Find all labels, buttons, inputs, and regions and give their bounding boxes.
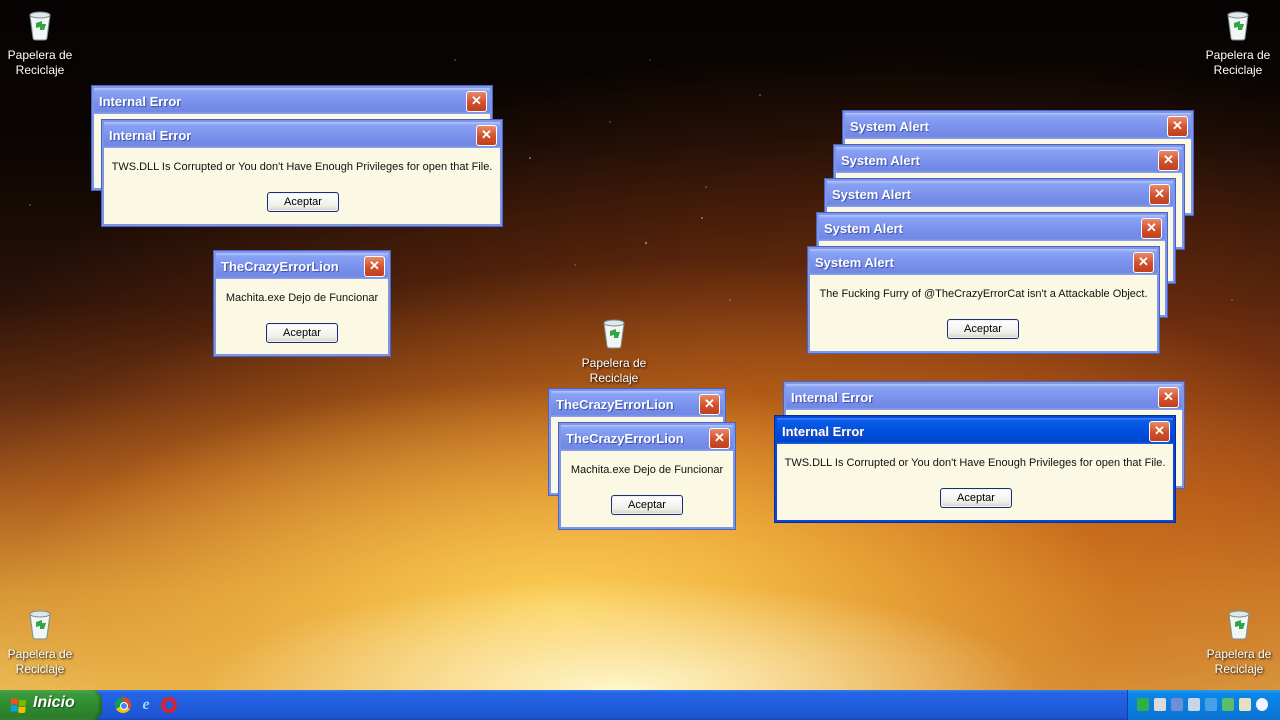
dialog-title: System Alert	[841, 152, 920, 168]
title-bar[interactable]: Internal Error ✕	[94, 88, 490, 114]
error-dialog[interactable]: TheCrazyErrorLion ✕ Machita.exe Dejo de …	[559, 423, 735, 529]
recycle-bin-label: Papelera de Reciclaje	[581, 356, 647, 385]
dialog-title: System Alert	[824, 220, 903, 236]
close-button[interactable]: ✕	[1133, 251, 1154, 273]
accept-button[interactable]: Aceptar	[611, 495, 683, 515]
recycle-bin-icon	[1228, 610, 1250, 640]
close-button[interactable]: ✕	[709, 427, 730, 449]
recycle-bin-desktop-icon[interactable]: Papelera de Reciclaje	[1198, 6, 1278, 78]
tray-volume-icon[interactable]	[1188, 698, 1200, 711]
dialog-title: Internal Error	[782, 423, 865, 439]
tray-monitor-icon[interactable]	[1171, 698, 1183, 711]
system-tray	[1127, 690, 1280, 720]
dialog-title: Internal Error	[99, 93, 182, 109]
recycle-bin-icon	[1227, 11, 1249, 41]
tray-app-icon[interactable]	[1239, 698, 1251, 711]
title-bar[interactable]: System Alert ✕	[810, 249, 1157, 275]
close-button[interactable]: ✕	[1158, 149, 1179, 171]
chrome-center	[120, 702, 128, 710]
title-bar[interactable]: TheCrazyErrorLion ✕	[551, 391, 723, 417]
dialog-title: Internal Error	[109, 127, 192, 143]
close-button[interactable]: ✕	[1149, 183, 1170, 205]
recycle-bin-icon	[29, 11, 51, 41]
close-button[interactable]: ✕	[1149, 420, 1170, 442]
alert-dialog[interactable]: System Alert ✕ The Fucking Furry of @The…	[808, 247, 1159, 353]
dialog-title: System Alert	[815, 254, 894, 270]
dialog-message: TWS.DLL Is Corrupted or You don't Have E…	[784, 457, 1166, 469]
dialog-message: TWS.DLL Is Corrupted or You don't Have E…	[111, 161, 493, 173]
title-bar[interactable]: System Alert ✕	[845, 113, 1191, 139]
title-bar[interactable]: TheCrazyErrorLion ✕	[561, 425, 733, 451]
recycle-bin-desktop-icon[interactable]: Papelera de Reciclaje	[574, 314, 654, 386]
close-button[interactable]: ✕	[699, 393, 720, 415]
tray-shield-icon[interactable]	[1205, 698, 1217, 711]
error-dialog-active[interactable]: Internal Error ✕ TWS.DLL Is Corrupted or…	[775, 416, 1175, 522]
accept-button[interactable]: Aceptar	[940, 488, 1012, 508]
desktop: Papelera de Reciclaje Papelera de Recicl…	[0, 0, 1280, 690]
error-dialog[interactable]: Internal Error ✕ TWS.DLL Is Corrupted or…	[102, 120, 502, 226]
recycle-bin-desktop-icon[interactable]: Papelera de Reciclaje	[0, 6, 80, 78]
opera-icon[interactable]	[161, 697, 177, 713]
dialog-title: TheCrazyErrorLion	[556, 396, 674, 412]
taskbar: Inicio e	[0, 690, 1280, 720]
accept-button[interactable]: Aceptar	[266, 323, 338, 343]
close-button[interactable]: ✕	[476, 124, 497, 146]
start-label: Inicio	[33, 694, 75, 711]
dialog-title: System Alert	[832, 186, 911, 202]
recycle-bin-label: Papelera de Reciclaje	[1206, 647, 1272, 676]
tray-network-icon[interactable]	[1154, 698, 1166, 711]
recycle-bin-icon	[29, 610, 51, 640]
accept-button[interactable]: Aceptar	[947, 319, 1019, 339]
dialog-title: System Alert	[850, 118, 929, 134]
title-bar[interactable]: Internal Error ✕	[786, 384, 1182, 410]
dialog-message: Machita.exe Dejo de Funcionar	[225, 292, 379, 304]
start-button[interactable]: Inicio	[0, 690, 102, 720]
title-bar[interactable]: System Alert ✕	[836, 147, 1182, 173]
dialog-title: TheCrazyErrorLion	[221, 258, 339, 274]
tray-device-icon[interactable]	[1222, 698, 1234, 711]
tray-green-icon[interactable]	[1137, 698, 1149, 711]
recycle-bin-desktop-icon[interactable]: Papelera de Reciclaje	[0, 605, 80, 677]
windows-logo-icon	[10, 698, 26, 714]
internet-explorer-icon[interactable]: e	[138, 697, 154, 713]
accept-button[interactable]: Aceptar	[267, 192, 339, 212]
title-bar[interactable]: System Alert ✕	[819, 215, 1165, 241]
title-bar[interactable]: System Alert ✕	[827, 181, 1173, 207]
recycle-bin-label: Papelera de Reciclaje	[7, 647, 73, 676]
tray-notification-icon[interactable]	[1256, 698, 1268, 711]
title-bar[interactable]: Internal Error ✕	[104, 122, 500, 148]
dialog-message: The Fucking Furry of @TheCrazyErrorCat i…	[819, 288, 1148, 300]
close-button[interactable]: ✕	[1141, 217, 1162, 239]
recycle-bin-icon	[603, 319, 625, 349]
error-dialog[interactable]: TheCrazyErrorLion ✕ Machita.exe Dejo de …	[214, 251, 390, 356]
close-button[interactable]: ✕	[1167, 115, 1188, 137]
close-button[interactable]: ✕	[466, 90, 487, 112]
close-button[interactable]: ✕	[364, 255, 385, 277]
recycle-bin-desktop-icon[interactable]: Papelera de Reciclaje	[1199, 605, 1279, 677]
title-bar[interactable]: Internal Error ✕	[777, 418, 1173, 444]
dialog-message: Machita.exe Dejo de Funcionar	[570, 464, 724, 476]
dialog-title: TheCrazyErrorLion	[566, 430, 684, 446]
recycle-bin-label: Papelera de Reciclaje	[7, 48, 73, 77]
recycle-bin-label: Papelera de Reciclaje	[1205, 48, 1271, 77]
close-button[interactable]: ✕	[1158, 386, 1179, 408]
dialog-title: Internal Error	[791, 389, 874, 405]
title-bar[interactable]: TheCrazyErrorLion ✕	[216, 253, 388, 279]
